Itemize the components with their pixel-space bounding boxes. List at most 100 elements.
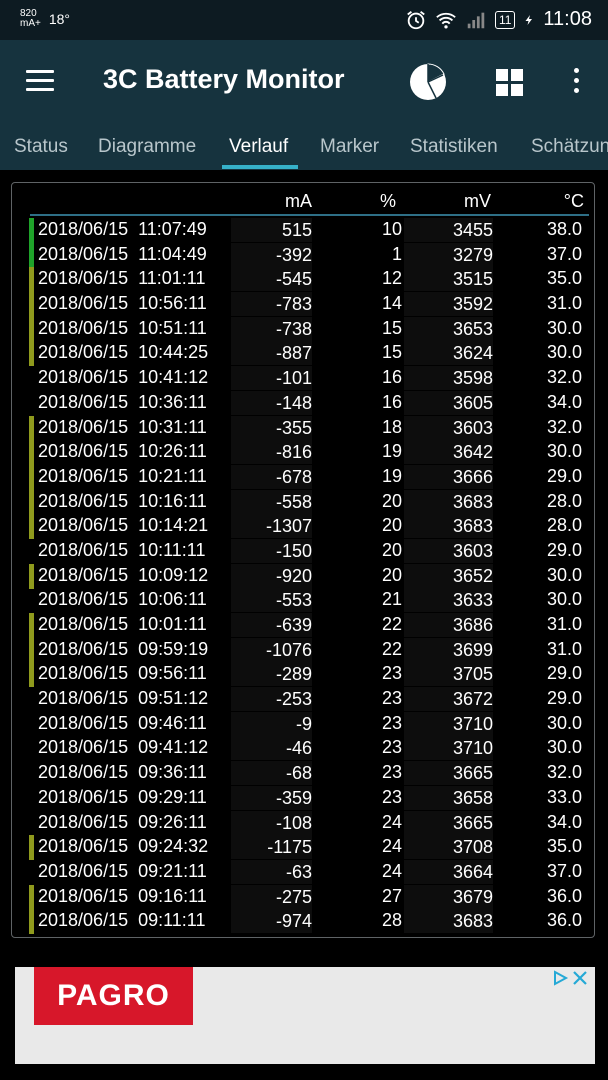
pie-chart-icon[interactable] bbox=[408, 62, 448, 102]
ad-choices-icon[interactable] bbox=[551, 969, 569, 987]
row-marker bbox=[29, 415, 34, 441]
row-marker bbox=[29, 341, 34, 367]
cell-voltage: 3683 bbox=[404, 909, 493, 934]
table-row[interactable]: 2018/06/15 10:14:21 -1307 20 3683 28.0 bbox=[12, 514, 596, 540]
table-row[interactable]: 2018/06/15 09:24:32 -1175 24 3708 35.0 bbox=[12, 835, 596, 861]
cell-voltage: 3710 bbox=[404, 736, 493, 761]
header-percent: % bbox=[379, 191, 396, 211]
table-row[interactable]: 2018/06/15 09:29:11 -359 23 3658 33.0 bbox=[12, 785, 596, 811]
cell-voltage: 3605 bbox=[404, 390, 493, 415]
current-readout: 820 mA+ bbox=[20, 9, 41, 29]
table-row[interactable]: 2018/06/15 11:01:11 -545 12 3515 35.0 bbox=[12, 267, 596, 293]
cell-percent: 22 bbox=[381, 638, 402, 659]
table-row[interactable]: 2018/06/15 09:36:11 -68 23 3665 32.0 bbox=[12, 761, 596, 786]
cell-timestamp: 2018/06/15 09:51:12 bbox=[38, 688, 209, 709]
cell-current: -974 bbox=[231, 909, 312, 934]
cell-percent: 18 bbox=[381, 416, 402, 437]
cell-temperature: 29.0 bbox=[546, 663, 582, 684]
table-body: 2018/06/15 11:07:49 515 10 3455 38.0 2018/06/… bbox=[12, 218, 596, 935]
table-row[interactable]: 2018/06/15 10:01:11 -639 22 3686 31.0 bbox=[12, 613, 596, 638]
table-row[interactable]: 2018/06/15 10:44:25 -887 15 3624 30.0 bbox=[12, 341, 596, 367]
cell-voltage: 3710 bbox=[404, 711, 493, 736]
cell-current: -46 bbox=[231, 736, 312, 761]
temperature-readout: 18° bbox=[48, 11, 71, 27]
table-row[interactable]: 2018/06/15 10:41:12 -101 16 3598 32.0 bbox=[12, 366, 596, 391]
cell-percent: 24 bbox=[381, 860, 402, 881]
more-options-icon[interactable] bbox=[566, 68, 586, 98]
cell-current: -392 bbox=[231, 242, 312, 267]
cell-percent: 23 bbox=[381, 663, 402, 684]
app-title: 3C Battery Monitor bbox=[103, 64, 345, 94]
row-marker bbox=[29, 637, 34, 663]
tab-statistiken[interactable]: Statistiken bbox=[410, 136, 498, 158]
row-marker bbox=[29, 613, 34, 638]
cell-temperature: 30.0 bbox=[546, 589, 582, 610]
cell-voltage: 3686 bbox=[404, 613, 493, 637]
cell-current: -1307 bbox=[231, 514, 312, 539]
tab-verlauf[interactable]: Verlauf bbox=[229, 136, 288, 158]
tab-status[interactable]: Status bbox=[14, 136, 68, 158]
table-row[interactable]: 2018/06/15 11:07:49 515 10 3455 38.0 bbox=[12, 218, 596, 243]
cell-voltage: 3652 bbox=[404, 563, 493, 588]
table-row[interactable]: 2018/06/15 10:06:11 -553 21 3633 30.0 bbox=[12, 588, 596, 613]
cell-temperature: 30.0 bbox=[546, 737, 582, 758]
header-ma: mA bbox=[285, 191, 312, 211]
clock: 11:08 bbox=[543, 8, 592, 30]
grid-view-icon[interactable] bbox=[496, 69, 524, 97]
table-row[interactable]: 2018/06/15 10:16:11 -558 20 3683 28.0 bbox=[12, 489, 596, 515]
table-row[interactable]: 2018/06/15 09:41:12 -46 23 3710 30.0 bbox=[12, 736, 596, 761]
cell-current: -816 bbox=[231, 440, 312, 465]
status-bar-left: 820 mA+ 18° bbox=[20, 9, 70, 29]
cell-current: -289 bbox=[231, 662, 312, 687]
table-row[interactable]: 2018/06/15 09:56:11 -289 23 3705 29.0 bbox=[12, 662, 596, 688]
table-header: mA % mV °C bbox=[12, 191, 596, 213]
history-table[interactable]: mA % mV °C 2018/06/15 11:07:49 515 10 3455 3… bbox=[11, 182, 595, 938]
row-marker bbox=[29, 662, 34, 688]
table-row[interactable]: 2018/06/15 09:59:19 -1076 22 3699 31.0 bbox=[12, 637, 596, 663]
cell-percent: 1 bbox=[391, 243, 402, 264]
table-row[interactable]: 2018/06/15 09:51:12 -253 23 3672 29.0 bbox=[12, 687, 596, 712]
table-row[interactable]: 2018/06/15 10:31:11 -355 18 3603 32.0 bbox=[12, 415, 596, 441]
table-row[interactable]: 2018/06/15 09:11:11 -974 28 3683 36.0 bbox=[12, 909, 596, 935]
cell-current: -101 bbox=[231, 366, 312, 391]
cell-current: -545 bbox=[231, 267, 312, 292]
table-row[interactable]: 2018/06/15 10:51:11 -738 15 3653 30.0 bbox=[12, 316, 596, 342]
table-row[interactable]: 2018/06/15 10:26:11 -816 19 3642 30.0 bbox=[12, 440, 596, 466]
table-row[interactable]: 2018/06/15 10:09:12 -920 20 3652 30.0 bbox=[12, 563, 596, 589]
ad-brand-logo[interactable]: PAGRO bbox=[34, 967, 193, 1025]
table-row[interactable]: 2018/06/15 11:04:49 -392 1 3279 37.0 bbox=[12, 242, 596, 268]
table-row[interactable]: 2018/06/15 09:16:11 -275 27 3679 36.0 bbox=[12, 884, 596, 910]
table-row[interactable]: 2018/06/15 09:46:11 -9 23 3710 30.0 bbox=[12, 711, 596, 737]
tab-schaetzungen[interactable]: Schätzungen bbox=[531, 136, 608, 158]
row-marker bbox=[29, 440, 34, 466]
cell-voltage: 3665 bbox=[404, 761, 493, 786]
row-marker bbox=[29, 292, 34, 318]
menu-icon[interactable] bbox=[26, 70, 54, 92]
cell-current: -68 bbox=[231, 761, 312, 786]
cell-voltage: 3598 bbox=[404, 366, 493, 391]
cell-voltage: 3683 bbox=[404, 514, 493, 539]
cell-timestamp: 2018/06/15 10:44:25 bbox=[38, 342, 209, 363]
cell-percent: 14 bbox=[381, 293, 402, 314]
table-row[interactable]: 2018/06/15 10:11:11 -150 20 3603 29.0 bbox=[12, 538, 596, 564]
cell-current: -920 bbox=[231, 563, 312, 588]
ad-banner[interactable]: PAGRO bbox=[15, 967, 595, 1064]
table-row[interactable]: 2018/06/15 09:21:11 -63 24 3664 37.0 bbox=[12, 859, 596, 885]
cell-voltage: 3515 bbox=[404, 267, 493, 292]
cell-timestamp: 2018/06/15 11:07:49 bbox=[38, 219, 207, 239]
close-icon[interactable] bbox=[571, 969, 589, 987]
current-unit: mA+ bbox=[20, 18, 41, 29]
alarm-icon bbox=[407, 10, 425, 29]
table-row[interactable]: 2018/06/15 10:56:11 -783 14 3592 31.0 bbox=[12, 292, 596, 318]
app-bar: 3C Battery Monitor Status Diagramme Verl… bbox=[0, 40, 608, 170]
row-marker bbox=[29, 464, 34, 490]
table-row[interactable]: 2018/06/15 10:21:11 -678 19 3666 29.0 bbox=[12, 464, 596, 490]
tab-marker[interactable]: Marker bbox=[320, 136, 379, 158]
tab-diagramme[interactable]: Diagramme bbox=[98, 136, 196, 158]
table-row[interactable]: 2018/06/15 10:36:11 -148 16 3605 34.0 bbox=[12, 390, 596, 416]
cell-percent: 28 bbox=[381, 910, 402, 931]
cell-timestamp: 2018/06/15 09:56:11 bbox=[38, 663, 207, 684]
cell-temperature: 35.0 bbox=[546, 836, 582, 857]
cell-temperature: 36.0 bbox=[546, 885, 582, 906]
table-row[interactable]: 2018/06/15 09:26:11 -108 24 3665 34.0 bbox=[12, 810, 596, 836]
